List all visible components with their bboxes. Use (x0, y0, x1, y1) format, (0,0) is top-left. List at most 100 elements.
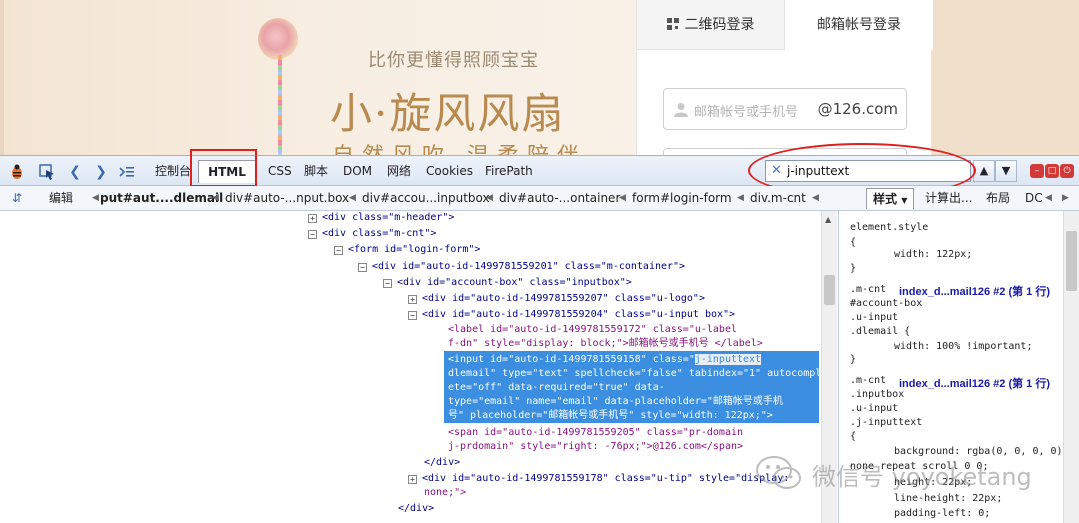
style-property[interactable]: width: 100% !important; (894, 339, 1032, 354)
style-brace: { (850, 431, 857, 442)
tree-node[interactable]: f-dn" style="display: block;">邮箱帐号或手机号 <… (448, 336, 763, 351)
expand-icon[interactable]: + (408, 475, 417, 484)
tree-node-text: <span id="auto-id-1499781559205" class="… (448, 427, 744, 438)
tree-toggle-icon[interactable]: ⇵ (12, 186, 22, 211)
detach-icon[interactable]: □ (1045, 164, 1059, 178)
tab-mail-label: 邮箱帐号登录 (817, 17, 901, 33)
tree-node-text: </div> (424, 457, 461, 468)
expand-icon[interactable]: + (408, 295, 417, 304)
email-field[interactable]: 邮箱帐号或手机号 @126.com (663, 88, 907, 130)
tab-cookies[interactable]: Cookies (422, 160, 477, 183)
tab-style-label: 样式 (873, 192, 898, 206)
tree-node[interactable]: − <div id="account-box" class="inputbox"> (383, 275, 632, 290)
tree-node-text: <div id="auto-id-1499781559207" class="u… (422, 293, 705, 304)
tab-qr-label: 二维码登录 (684, 17, 755, 33)
tree-node[interactable]: + <div class="m-header"> (308, 211, 454, 225)
crumb-item[interactable]: div.m-cnt (750, 186, 806, 211)
style-brace: { (850, 237, 857, 248)
collapse-icon[interactable]: − (408, 311, 417, 320)
forward-icon[interactable]: ❯ (92, 163, 110, 181)
tab-html-label: HTML (208, 165, 246, 179)
scrollbar-thumb[interactable] (1066, 231, 1077, 291)
collapse-icon[interactable]: − (383, 279, 392, 288)
crumb-separator-icon: ◀ (737, 193, 744, 203)
style-selector: element.style (850, 222, 929, 233)
selected-text: <input id="auto-id-1499781559158" class=… (448, 354, 695, 365)
style-property[interactable]: padding-left: 0; (894, 506, 990, 521)
tab-layout[interactable]: 布局 (986, 188, 1010, 209)
collapse-icon[interactable]: − (308, 230, 317, 239)
tab-dom[interactable]: DOM (339, 160, 376, 183)
search-next-button[interactable]: ▼ (995, 160, 1017, 182)
tab-script[interactable]: 脚本 (300, 160, 332, 183)
tree-node-text: <div id="auto-id-1499781559178" class="u… (422, 473, 790, 484)
tree-node[interactable]: + <div id="auto-id-1499781559207" class="… (408, 291, 705, 306)
scroll-left-icon[interactable]: ◀ (1045, 188, 1052, 209)
tab-style[interactable]: 样式 ▼ (866, 188, 915, 209)
scrollbar-thumb[interactable] (824, 275, 835, 305)
collapse-icon[interactable]: − (334, 246, 343, 255)
tab-net[interactable]: 网络 (383, 160, 415, 183)
password-field[interactable] (663, 148, 907, 155)
search-value: j-inputtext (787, 164, 850, 178)
tree-node-text: j-prdomain" style="right: -76px;">@126.c… (448, 441, 744, 452)
style-property[interactable]: width: 122px; (894, 247, 972, 262)
tree-node[interactable]: + <div id="auto-id-1499781559178" class="… (408, 471, 789, 486)
style-scrollbar[interactable] (1063, 211, 1079, 523)
selected-line: dlemail" type="text" spellcheck="false" … (448, 368, 820, 379)
tab-html[interactable]: HTML ▼ (198, 160, 256, 201)
tab-computed[interactable]: 计算出... (925, 188, 972, 209)
style-brace: } (850, 263, 857, 274)
tree-node[interactable]: </div> (398, 501, 434, 516)
tab-firepath[interactable]: FirePath (481, 160, 537, 183)
firebug-bug-icon[interactable] (8, 163, 26, 181)
breadcrumb: ⇵ 编辑 ◀ put#aut....dlemail ◀ div#auto-...… (0, 186, 1079, 211)
scroll-right-icon[interactable]: ▶ (1062, 188, 1069, 209)
tree-node-text: f-dn" style="display: block;">邮箱帐号或手机号 <… (448, 338, 763, 349)
crumb-scroll-left-icon[interactable]: ◀ (92, 186, 99, 211)
tree-node[interactable]: none;"> (424, 485, 466, 500)
tab-dom-side[interactable]: DC (1025, 188, 1043, 209)
tab-console[interactable]: 控制台 (151, 160, 195, 183)
minimize-icon[interactable]: – (1030, 164, 1044, 178)
selected-node[interactable]: <input id="auto-id-1499781559158" class=… (444, 351, 820, 423)
clear-search-icon[interactable]: ✕ (771, 163, 782, 178)
style-source-link[interactable]: index_d...mail126 #2 (第 1 行) (899, 375, 1050, 391)
scroll-up-icon[interactable]: ▲ (825, 215, 831, 224)
tree-node-text: <form id="login-form"> (348, 244, 481, 255)
style-selector: .u-input (850, 403, 899, 414)
crumb-item[interactable]: put#aut....dlemail (100, 186, 223, 211)
tree-node-text: <div id="auto-id-1499781559204" class="u… (422, 309, 736, 320)
tree-node[interactable]: − <div id="auto-id-1499781559204" class="… (408, 307, 735, 322)
pinwheel-stick-image (278, 55, 282, 155)
tree-node[interactable]: <label id="auto-id-1499781559172" class=… (448, 322, 737, 337)
tree-node[interactable]: − <div id="auto-id-1499781559201" class="… (358, 259, 685, 274)
search-prev-button[interactable]: ▲ (973, 160, 995, 182)
tree-node[interactable]: <span id="auto-id-1499781559205" class="… (448, 425, 743, 440)
chevron-down-icon: ▼ (901, 196, 908, 205)
selected-line: ete="off" data-required="true" data- (448, 382, 665, 393)
tree-node[interactable]: − <form id="login-form"> (334, 242, 480, 257)
tab-css[interactable]: CSS (264, 160, 296, 183)
command-line-icon[interactable] (118, 163, 136, 181)
close-icon[interactable]: ⏻ (1060, 164, 1074, 178)
inspect-icon[interactable] (38, 163, 56, 181)
back-icon[interactable]: ❮ (66, 163, 84, 181)
tab-qr-login[interactable]: 二维码登录 (637, 0, 785, 50)
crumb-item[interactable]: div#accou...inputbox (362, 186, 490, 211)
edit-button[interactable]: 编辑 (49, 186, 73, 211)
expand-icon[interactable]: + (308, 214, 317, 223)
page-slogan: 比你更懂得照顾宝宝 (368, 50, 539, 71)
crumb-separator-icon: ◀ (619, 193, 626, 203)
style-selector: .m-cnt (850, 375, 887, 386)
tree-node[interactable]: </div> (424, 455, 460, 470)
crumb-item[interactable]: div#auto-...nput.box (225, 186, 349, 211)
collapse-icon[interactable]: − (358, 263, 367, 272)
tab-mail-login[interactable]: 邮箱帐号登录 (785, 0, 933, 50)
tree-node[interactable]: j-prdomain" style="right: -76px;">@126.c… (448, 439, 743, 454)
tree-node-text: <div class="m-header"> (322, 212, 455, 223)
crumb-item[interactable]: div#auto-...ontainer (499, 186, 620, 211)
crumb-item[interactable]: form#login-form (632, 186, 732, 211)
tree-node[interactable]: − <div class="m-cnt"> (308, 226, 436, 241)
search-input[interactable]: ✕ j-inputtext (765, 160, 971, 182)
